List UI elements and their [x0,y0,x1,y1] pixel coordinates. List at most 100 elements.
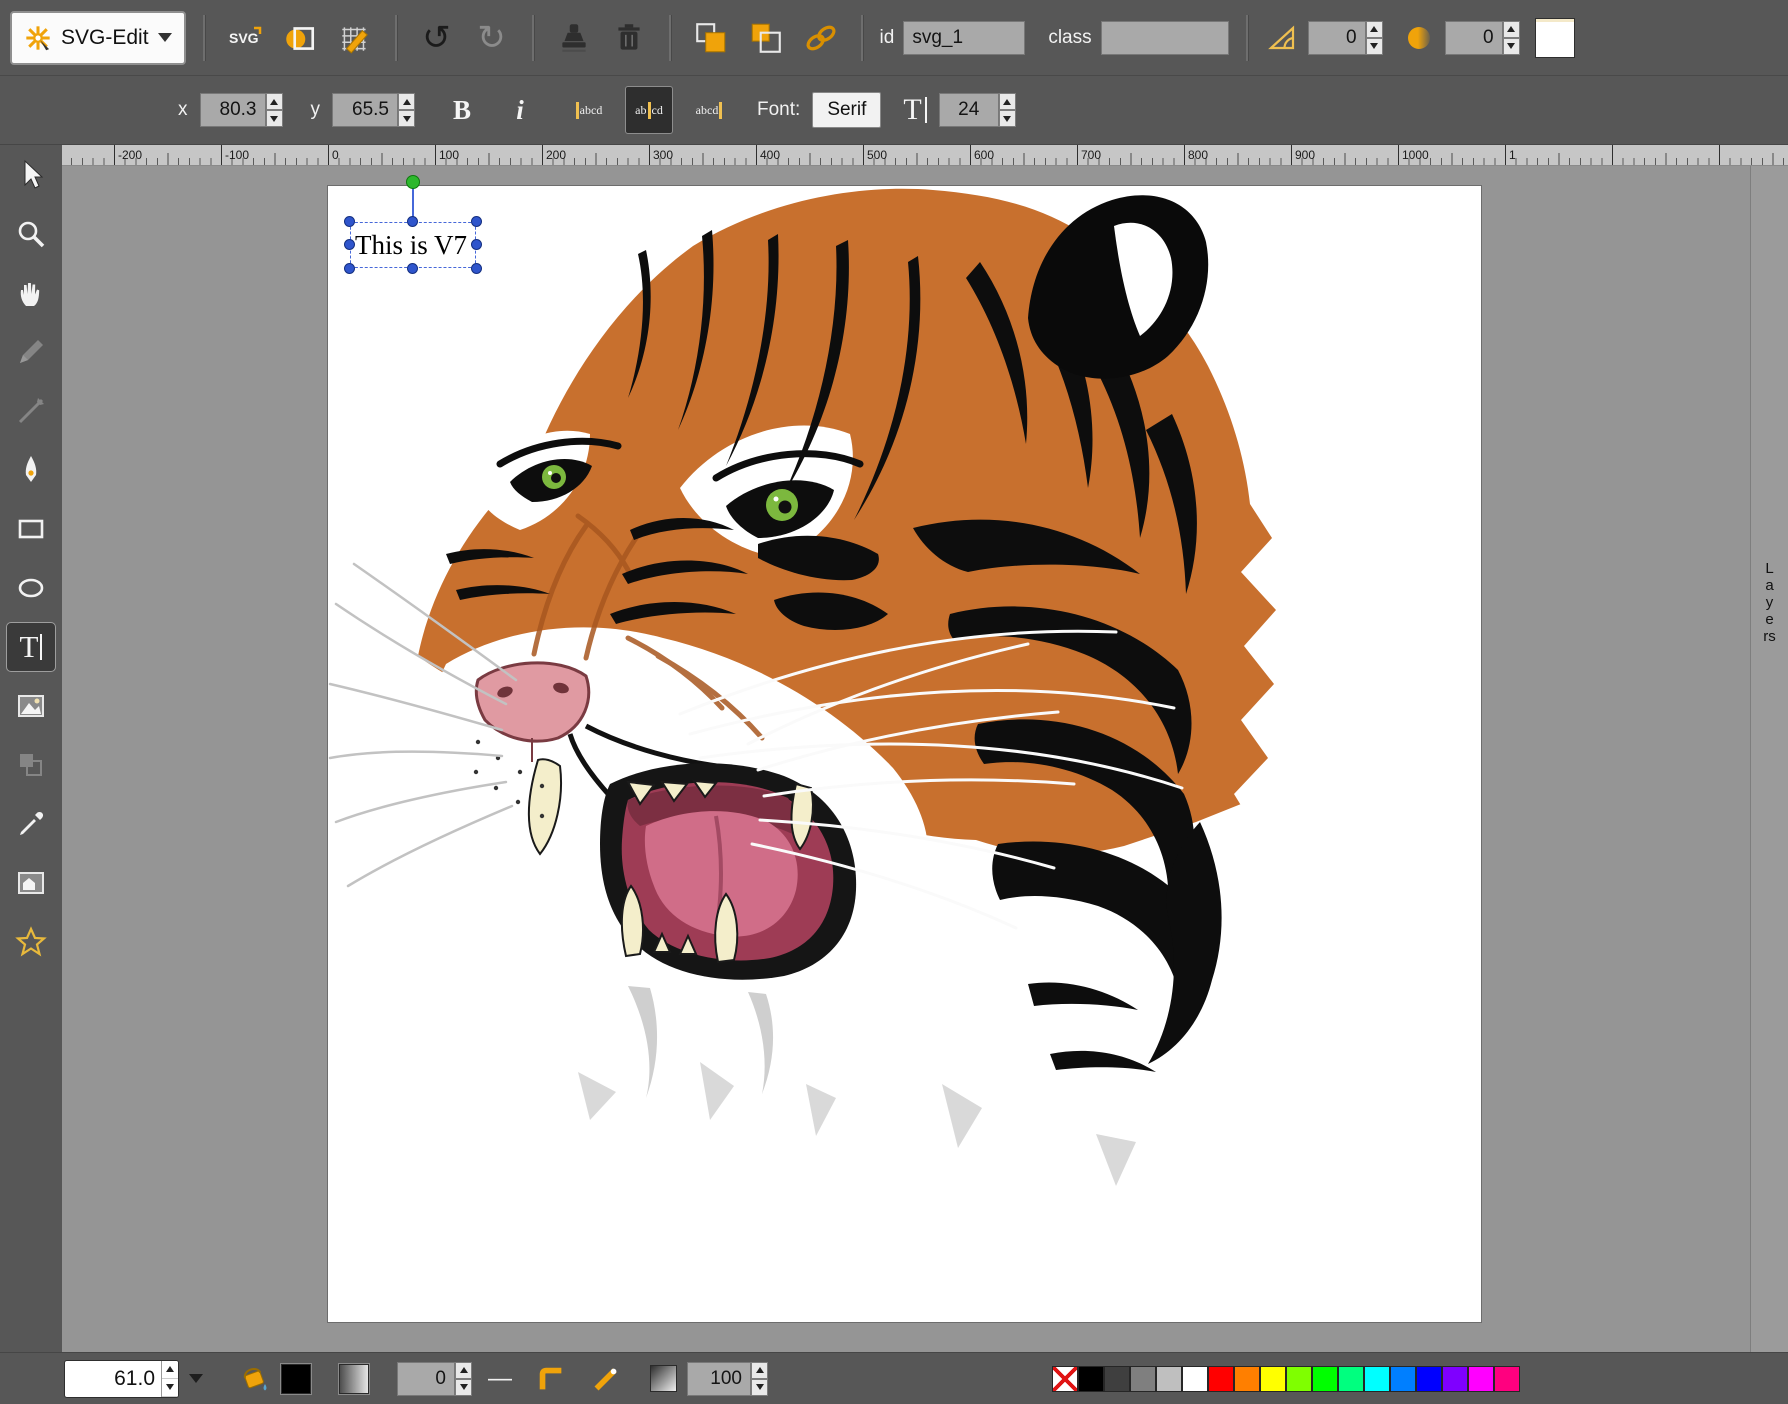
resize-handle-nw[interactable] [344,216,355,227]
fill-color-swatch[interactable] [281,1364,311,1394]
italic-button[interactable]: i [497,87,543,133]
opacity-step-down[interactable] [751,1379,768,1396]
rect-tool[interactable] [6,504,56,554]
delete-button[interactable] [606,15,652,61]
stroke-dash-button[interactable]: — [482,1361,518,1397]
angle-step-up[interactable] [1366,21,1383,38]
stroke-width-step-down[interactable] [455,1379,472,1396]
svg-canvas[interactable]: This is V7 [328,186,1481,1322]
library-tool[interactable] [6,858,56,908]
palette-swatch[interactable] [1078,1366,1104,1392]
line-tool[interactable] [6,386,56,436]
palette-swatch[interactable] [1156,1366,1182,1392]
blur-input[interactable] [1445,21,1503,55]
select-tool[interactable] [6,150,56,200]
text-anchor-start-button[interactable]: abcd [565,86,613,134]
selected-text-element[interactable]: This is V7 [350,222,476,268]
palette-swatch[interactable] [1416,1366,1442,1392]
palette-swatch[interactable] [1442,1366,1468,1392]
element-id-input[interactable] [903,21,1025,55]
resize-handle-n[interactable] [407,216,418,227]
path-tool[interactable] [6,445,56,495]
pencil-icon [14,335,48,369]
palette-swatch[interactable] [1390,1366,1416,1392]
stroke-width-step-up[interactable] [455,1362,472,1379]
opacity-gradient-icon[interactable] [650,1365,677,1392]
resize-handle-ne[interactable] [471,216,482,227]
star-tool[interactable] [6,917,56,967]
pan-tool[interactable] [6,268,56,318]
bold-button[interactable]: B [439,87,485,133]
resize-handle-e[interactable] [471,239,482,250]
line-icon [14,394,48,428]
linecap-button[interactable] [584,1356,630,1402]
font-family-button[interactable]: Serif [812,92,881,128]
palette-swatch[interactable] [1130,1366,1156,1392]
resize-handle-w[interactable] [344,239,355,250]
eyedropper-tool[interactable] [6,799,56,849]
shapes-tool[interactable] [6,740,56,790]
make-link-button[interactable] [798,15,844,61]
move-to-top-button[interactable] [688,15,734,61]
resize-handle-sw[interactable] [344,263,355,274]
angle-step-down[interactable] [1366,38,1383,55]
x-step-down[interactable] [266,110,283,127]
zoom-tool[interactable] [6,209,56,259]
y-step-up[interactable] [398,93,415,110]
document-properties-button[interactable] [277,15,323,61]
palette-swatch[interactable] [1234,1366,1260,1392]
palette-swatch[interactable] [1182,1366,1208,1392]
rotate-handle[interactable] [406,175,420,189]
linejoin-button[interactable] [528,1356,574,1402]
editor-preferences-button[interactable] [332,15,378,61]
font-size-step-up[interactable] [999,93,1016,110]
move-to-bottom-button[interactable] [743,15,789,61]
zoom-step-up[interactable] [162,1361,178,1379]
palette-swatch[interactable] [1312,1366,1338,1392]
blur-step-down[interactable] [1503,38,1520,55]
clone-button[interactable] [551,15,597,61]
angle-input[interactable] [1308,21,1366,55]
palette-swatch[interactable] [1286,1366,1312,1392]
blur-step-up[interactable] [1503,21,1520,38]
palette-swatch[interactable] [1338,1366,1364,1392]
zoom-step-down[interactable] [162,1379,178,1397]
undo-button[interactable]: ↺ [414,15,460,61]
svg-text:SVG: SVG [229,30,259,46]
palette-swatch[interactable] [1260,1366,1286,1392]
resize-handle-se[interactable] [471,263,482,274]
layers-panel-tab[interactable]: Layers [1750,166,1788,1352]
resize-handle-s[interactable] [407,263,418,274]
font-size-step-down[interactable] [999,110,1016,127]
stroke-color-swatch[interactable] [339,1364,369,1394]
redo-button[interactable]: ↻ [469,15,515,61]
zoom-dropdown-caret[interactable] [189,1374,203,1383]
palette-swatch[interactable] [1364,1366,1390,1392]
text-tool-icon: T [20,629,39,665]
element-class-input[interactable] [1101,21,1229,55]
x-input[interactable] [200,93,266,127]
y-input[interactable] [332,93,398,127]
color-swatch-button[interactable] [1535,18,1575,58]
divider [203,15,205,61]
edit-source-button[interactable]: SVG [222,15,268,61]
palette-swatch[interactable] [1104,1366,1130,1392]
zoom-input[interactable] [65,1367,161,1391]
font-size-input[interactable] [939,93,999,127]
image-tool[interactable] [6,681,56,731]
palette-swatch-none[interactable] [1052,1366,1078,1392]
text-anchor-end-button[interactable]: abcd [685,86,733,134]
opacity-step-up[interactable] [751,1362,768,1379]
x-step-up[interactable] [266,93,283,110]
text-anchor-middle-button[interactable]: ab cd [625,86,673,134]
palette-swatch[interactable] [1494,1366,1520,1392]
y-step-down[interactable] [398,110,415,127]
stroke-width-input[interactable] [397,1362,455,1396]
palette-swatch[interactable] [1468,1366,1494,1392]
text-tool[interactable]: T [6,622,56,672]
palette-swatch[interactable] [1208,1366,1234,1392]
pencil-tool[interactable] [6,327,56,377]
opacity-input[interactable] [687,1362,751,1396]
ellipse-tool[interactable] [6,563,56,613]
main-menu-button[interactable]: SVG-Edit [10,11,186,65]
